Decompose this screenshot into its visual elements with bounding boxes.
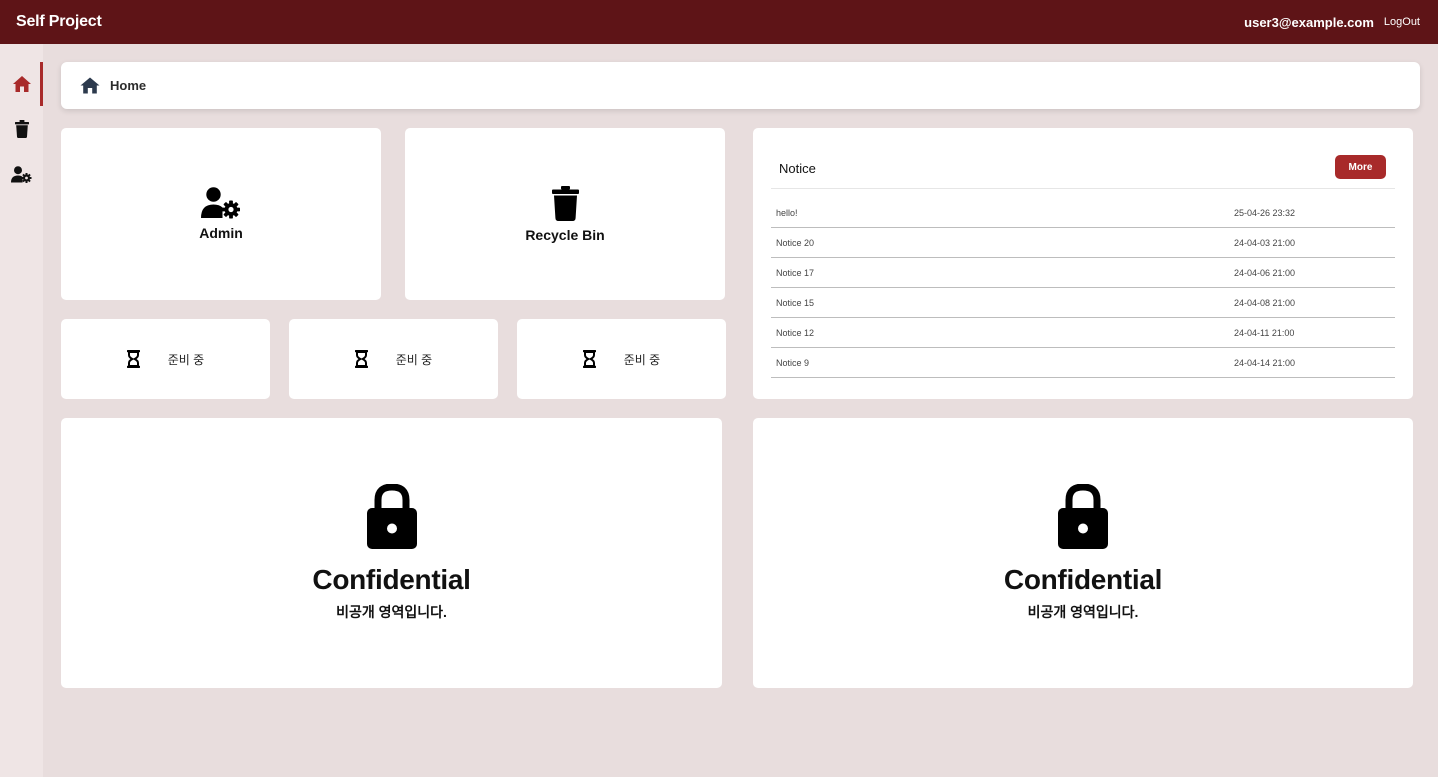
notice-row[interactable]: hello! 25-04-26 23:32: [771, 198, 1395, 228]
notice-row-date: 25-04-26 23:32: [1234, 207, 1296, 218]
notice-row-title: Notice 17: [776, 267, 815, 278]
user-gear-icon: [11, 165, 32, 183]
notice-row[interactable]: Notice 12 24-04-11 21:00: [771, 318, 1395, 348]
trash-icon: [551, 185, 579, 221]
notice-row-date: 24-04-11 21:00: [1234, 327, 1295, 338]
confidential-subtitle: 비공개 영역입니다.: [1027, 604, 1139, 620]
home-icon: [12, 76, 31, 92]
hourglass-icon: [126, 350, 140, 368]
sidebar-item-admin[interactable]: [0, 152, 43, 196]
notice-header: Notice More: [771, 155, 1395, 189]
user-gear-icon: [201, 187, 240, 219]
lock-icon: [1058, 484, 1108, 549]
lock-icon: [366, 484, 417, 549]
admin-tile-label: Admin: [199, 225, 243, 241]
notice-row-title: Notice 12: [776, 327, 815, 338]
notice-title: Notice: [779, 160, 816, 176]
pending-tile[interactable]: 준비 중: [61, 319, 270, 399]
confidential-title: Confidential: [1003, 564, 1163, 595]
breadcrumb-current: Home: [110, 78, 147, 93]
logout-link[interactable]: LogOut: [1384, 16, 1420, 28]
sidebar: [0, 44, 43, 777]
notice-row-title: hello!: [776, 207, 798, 218]
confidential-subtitle: 비공개 영역입니다.: [336, 604, 447, 620]
pending-tile[interactable]: 준비 중: [289, 319, 498, 399]
home-icon[interactable]: [80, 77, 100, 94]
breadcrumb: Home: [61, 62, 1420, 109]
notice-list: hello! 25-04-26 23:32 Notice 20 24-04-03…: [771, 198, 1395, 378]
pending-label: 준비 중: [623, 352, 661, 367]
notice-row-date: 24-04-03 21:00: [1234, 237, 1296, 248]
top-navbar: Self Project user3@example.com LogOut: [0, 0, 1438, 44]
brand-title[interactable]: Self Project: [16, 13, 102, 31]
trash-icon: [14, 120, 29, 138]
notice-row-date: 24-04-14 21:00: [1234, 357, 1296, 368]
notice-row-title: Notice 20: [776, 237, 815, 248]
pending-tile[interactable]: 준비 중: [517, 319, 726, 399]
pending-label: 준비 중: [167, 352, 205, 367]
notice-row[interactable]: Notice 17 24-04-06 21:00: [771, 258, 1395, 288]
notice-row[interactable]: Notice 9 24-04-14 21:00: [771, 348, 1395, 378]
notice-card: Notice More hello! 25-04-26 23:32 Notice…: [753, 128, 1413, 399]
admin-tile[interactable]: Admin: [61, 128, 381, 300]
confidential-card: Confidential 비공개 영역입니다.: [753, 418, 1413, 688]
recycle-bin-tile-label: Recycle Bin: [525, 226, 605, 243]
hourglass-icon: [582, 350, 596, 368]
hourglass-icon: [354, 350, 368, 368]
notice-row-title: Notice 9: [776, 357, 810, 368]
confidential-title: Confidential: [312, 564, 471, 595]
sidebar-item-home[interactable]: [0, 62, 43, 106]
notice-row-date: 24-04-06 21:00: [1234, 267, 1296, 278]
recycle-bin-tile[interactable]: Recycle Bin: [405, 128, 725, 300]
confidential-card: Confidential 비공개 영역입니다.: [61, 418, 722, 688]
notice-row-date: 24-04-08 21:00: [1234, 297, 1296, 308]
user-area: user3@example.com LogOut: [1244, 15, 1420, 30]
notice-row-title: Notice 15: [776, 297, 815, 308]
sidebar-item-recycle-bin[interactable]: [0, 107, 43, 151]
pending-label: 준비 중: [395, 352, 433, 367]
more-button[interactable]: More: [1335, 155, 1386, 179]
notice-row[interactable]: Notice 20 24-04-03 21:00: [771, 228, 1395, 258]
user-email: user3@example.com: [1244, 14, 1374, 30]
notice-row[interactable]: Notice 15 24-04-08 21:00: [771, 288, 1395, 318]
